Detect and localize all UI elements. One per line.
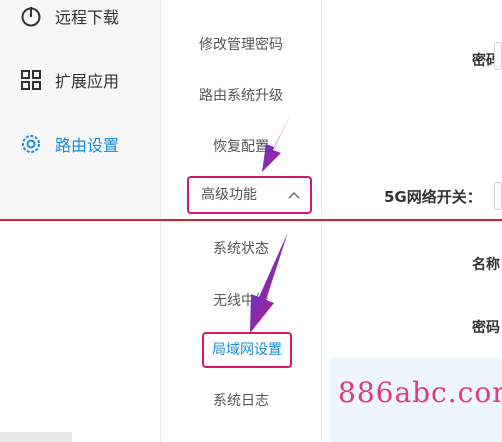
corner-strip: [0, 432, 72, 442]
watermark-text: 886abc.com: [338, 376, 502, 409]
watermark: 886abc.com: [330, 358, 502, 442]
arrow-icon: [250, 232, 288, 333]
arrow-icon: [262, 112, 292, 172]
